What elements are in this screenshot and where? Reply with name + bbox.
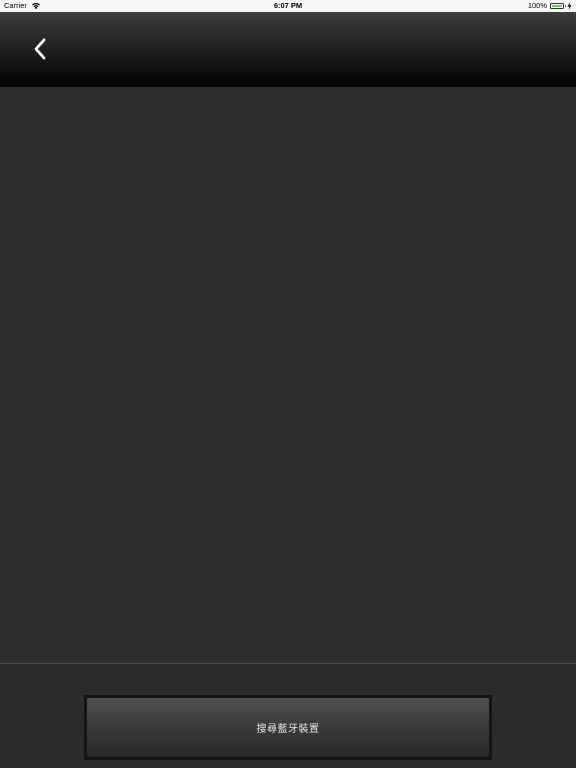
charging-icon <box>567 2 572 10</box>
navigation-bar <box>0 12 576 87</box>
battery-percent: 100% <box>527 1 547 10</box>
device-list-area <box>0 87 576 663</box>
status-time: 6:07 PM <box>273 1 303 10</box>
status-right: 100% <box>528 0 572 12</box>
back-button[interactable] <box>28 36 52 62</box>
search-button-label: 搜尋藍牙裝置 <box>256 724 320 735</box>
battery-icon <box>550 3 566 9</box>
search-bluetooth-devices-button[interactable]: 搜尋藍牙裝置 <box>84 695 492 760</box>
battery-fill <box>552 5 562 7</box>
status-bar: Carrier 6:07 PM 100% <box>0 0 576 12</box>
chevron-left-icon <box>34 38 46 60</box>
